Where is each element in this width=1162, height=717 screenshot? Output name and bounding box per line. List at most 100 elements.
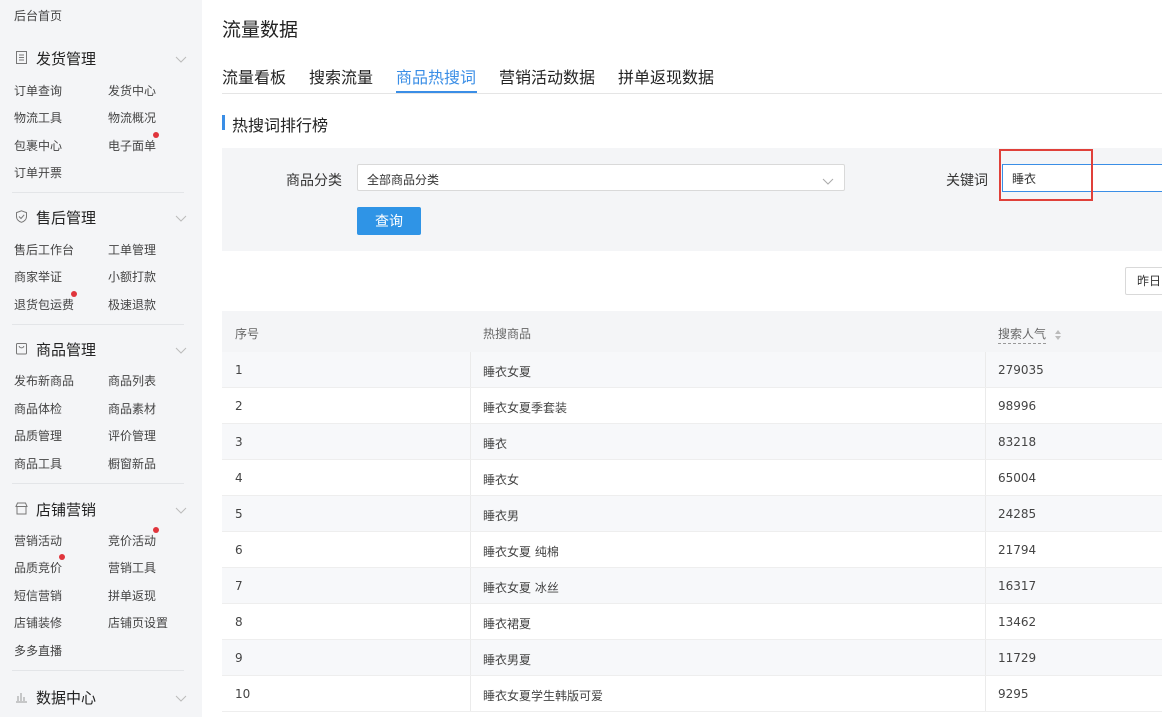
sidebar-item-product-materials[interactable]: 商品素材 xyxy=(108,400,156,417)
sidebar-item-ticket-management[interactable]: 工单管理 xyxy=(108,241,156,258)
active-tab-underline xyxy=(396,91,477,93)
sidebar-section-header[interactable]: 商品管理 xyxy=(0,337,202,361)
tab-group-cashback-data[interactable]: 拼单返现数据 xyxy=(618,64,714,88)
column-divider xyxy=(470,568,471,603)
sidebar-item-product-tools[interactable]: 商品工具 xyxy=(14,455,62,472)
keyword-label: 关键词 xyxy=(946,173,988,189)
tab-hot-search-words[interactable]: 商品热搜词 xyxy=(396,64,476,88)
tab-traffic-dashboard[interactable]: 流量看板 xyxy=(222,64,286,88)
rank-cell: 2 xyxy=(235,399,243,413)
column-divider xyxy=(470,676,471,711)
new-badge-dot xyxy=(153,527,159,533)
new-badge-dot xyxy=(59,554,65,560)
sidebar-section-header[interactable]: 数据中心 xyxy=(0,685,202,709)
chevron-down-icon xyxy=(175,689,187,702)
sort-icon[interactable] xyxy=(1054,326,1062,340)
keyword-cell: 睡衣男夏 xyxy=(483,653,532,667)
keyword-cell: 睡衣女夏学生韩版可爱 xyxy=(483,689,604,703)
tab-search-traffic[interactable]: 搜索流量 xyxy=(309,64,373,88)
category-label: 商品分类 xyxy=(286,173,342,189)
chevron-down-icon xyxy=(175,50,187,63)
table-row: 1 睡衣女夏 279035 xyxy=(222,352,1162,388)
table-row: 6 睡衣女夏 纯棉 21794 xyxy=(222,532,1162,568)
chevron-down-icon xyxy=(175,501,187,514)
sidebar-item-publish-product[interactable]: 发布新商品 xyxy=(14,372,74,389)
sidebar-section-header[interactable]: 店铺营销 xyxy=(0,497,202,521)
category-select-value: 全部商品分类 xyxy=(367,173,440,187)
popularity-cell: 11729 xyxy=(998,651,1037,665)
sidebar-item-e-waybill[interactable]: 电子面单 xyxy=(108,137,156,154)
column-header-popularity[interactable]: 搜索人气 xyxy=(998,325,1047,344)
sidebar: 后台首页 发货管理 订单查询 发货中心 物流工具 物流概况 包裹中心 电子面单 … xyxy=(0,0,202,717)
popularity-cell: 65004 xyxy=(998,471,1037,485)
sidebar-item-bidding-activities[interactable]: 竞价活动 xyxy=(108,532,156,549)
tab-marketing-data[interactable]: 营销活动数据 xyxy=(499,64,595,88)
column-divider xyxy=(470,388,471,423)
sidebar-item-shipping-center[interactable]: 发货中心 xyxy=(108,82,156,99)
keyword-cell: 睡衣裙夏 xyxy=(483,617,532,631)
keyword-cell: 睡衣女夏 xyxy=(483,365,532,379)
sidebar-item-store-page-settings[interactable]: 店铺页设置 xyxy=(108,614,168,631)
sidebar-section-shipping: 发货管理 xyxy=(0,46,202,70)
sidebar-section-header[interactable]: 发货管理 xyxy=(0,46,202,70)
sidebar-item-marketing-activities[interactable]: 营销活动 xyxy=(14,532,62,549)
rank-cell: 4 xyxy=(235,471,243,485)
sidebar-item-after-sales-desk[interactable]: 售后工作台 xyxy=(14,241,74,258)
sidebar-item-review-management[interactable]: 评价管理 xyxy=(108,427,156,444)
sidebar-item-quality-bidding[interactable]: 品质竞价 xyxy=(14,559,62,576)
sidebar-divider xyxy=(12,670,184,671)
column-divider xyxy=(985,496,986,531)
column-divider xyxy=(985,532,986,567)
sidebar-section-store-marketing: 店铺营销 xyxy=(0,497,202,521)
sidebar-item-showcase-new[interactable]: 橱窗新品 xyxy=(108,455,156,472)
sidebar-item-order-invoice[interactable]: 订单开票 xyxy=(14,164,62,181)
column-divider xyxy=(985,676,986,711)
sidebar-item-return-shipping[interactable]: 退货包运费 xyxy=(14,296,74,313)
sidebar-item-live-streaming[interactable]: 多多直播 xyxy=(14,642,62,659)
sidebar-item-fast-refund[interactable]: 极速退款 xyxy=(108,296,156,313)
chevron-down-icon xyxy=(822,172,834,185)
column-divider xyxy=(985,604,986,639)
sidebar-item-quality-management[interactable]: 品质管理 xyxy=(14,427,62,444)
sidebar-item-merchant-evidence[interactable]: 商家举证 xyxy=(14,268,62,285)
sidebar-item-logistics-tools[interactable]: 物流工具 xyxy=(14,109,62,126)
sidebar-item-sms-marketing[interactable]: 短信营销 xyxy=(14,587,62,604)
table-row: 3 睡衣 83218 xyxy=(222,424,1162,460)
sidebar-home-link[interactable]: 后台首页 xyxy=(14,7,62,24)
chevron-down-icon xyxy=(175,209,187,222)
column-header-keyword: 热搜商品 xyxy=(483,327,532,341)
sidebar-item-marketing-tools[interactable]: 营销工具 xyxy=(108,559,156,576)
sidebar-section-header[interactable]: 售后管理 xyxy=(0,205,202,229)
keyword-cell: 睡衣男 xyxy=(483,509,520,523)
sidebar-item-package-center[interactable]: 包裹中心 xyxy=(14,137,62,154)
query-button[interactable]: 查询 xyxy=(357,207,421,235)
sidebar-divider xyxy=(12,324,184,325)
category-select[interactable]: 全部商品分类 xyxy=(357,164,845,191)
page-title: 流量数据 xyxy=(222,19,299,41)
column-divider xyxy=(470,496,471,531)
column-divider xyxy=(985,352,986,387)
sidebar-item-small-payment[interactable]: 小额打款 xyxy=(108,268,156,285)
sidebar-section-after-sales: 售后管理 xyxy=(0,205,202,229)
shield-check-icon xyxy=(15,210,28,223)
sidebar-item-logistics-overview[interactable]: 物流概况 xyxy=(108,109,156,126)
popularity-cell: 98996 xyxy=(998,399,1037,413)
sidebar-item-store-decoration[interactable]: 店铺装修 xyxy=(14,614,62,631)
sidebar-item-product-checkup[interactable]: 商品体检 xyxy=(14,400,62,417)
section-title: 热搜词排行榜 xyxy=(222,112,328,136)
sidebar-item-order-query[interactable]: 订单查询 xyxy=(14,82,62,99)
sidebar-divider xyxy=(12,483,184,484)
keyword-cell: 睡衣女夏 冰丝 xyxy=(483,581,559,595)
bag-icon xyxy=(15,342,28,355)
table-header: 序号 热搜商品 搜索人气 xyxy=(222,311,1162,352)
column-header-rank: 序号 xyxy=(235,327,260,341)
sidebar-section-data-center: 数据中心 xyxy=(0,685,202,709)
sidebar-item-group-cashback[interactable]: 拼单返现 xyxy=(108,587,156,604)
keyword-cell: 睡衣 xyxy=(483,437,508,451)
keyword-input[interactable] xyxy=(1002,164,1162,192)
date-range-button[interactable]: 昨日 xyxy=(1125,267,1162,295)
sidebar-item-product-list[interactable]: 商品列表 xyxy=(108,372,156,389)
sidebar-section-title: 店铺营销 xyxy=(36,501,97,519)
hot-search-table: 序号 热搜商品 搜索人气 1 睡衣女夏 279035 2 睡衣女夏季套装 98996 3 睡衣… xyxy=(222,311,1162,712)
new-badge-dot xyxy=(71,291,77,297)
